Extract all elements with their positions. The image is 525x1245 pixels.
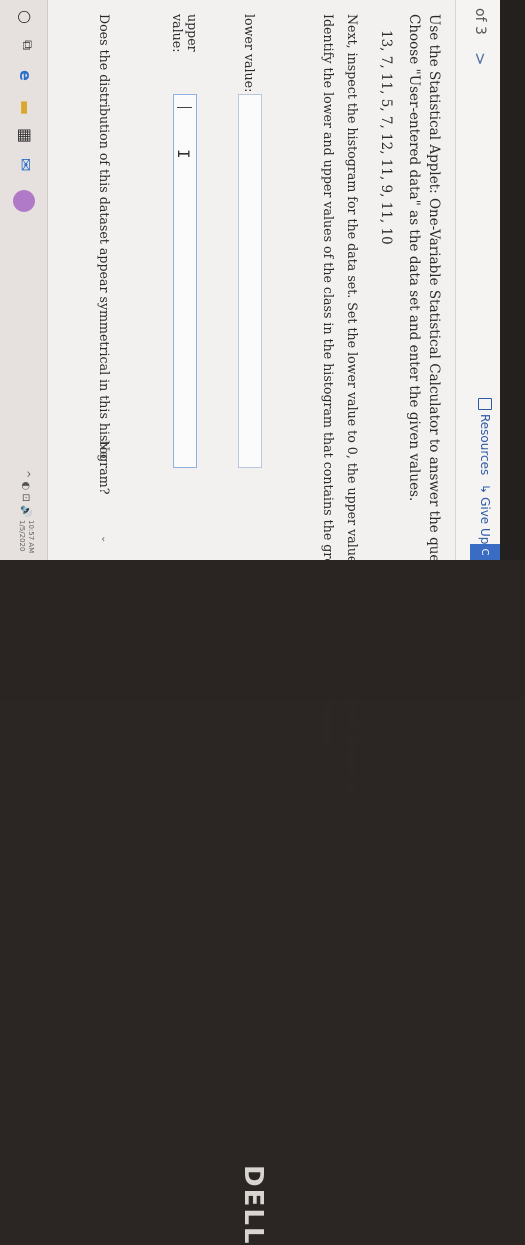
upper-value-input[interactable]: I (173, 94, 197, 468)
search-icon[interactable]: ○ (16, 10, 35, 24)
question-line-1: Use the Statistical Applet: One-Variable… (426, 14, 442, 601)
clock-date: 1/5/2020 (18, 520, 26, 552)
store-icon[interactable]: ▦ (16, 128, 35, 143)
next-question-arrow-icon[interactable]: > (471, 52, 490, 65)
question-line-2: Choose "User-entered data" as the data s… (406, 14, 422, 502)
browser-page: of 3 > Resources ↳ Give Up? C Use the St… (0, 0, 500, 809)
question-header-bar: of 3 > Resources ↳ Give Up? C (455, 0, 500, 560)
give-up-button[interactable]: ↳ Give Up? (478, 484, 492, 551)
data-values: 13, 7, 11, 5, 7, 12, 11, 9, 11, 10 (378, 30, 394, 245)
lower-value-input[interactable] (238, 94, 262, 468)
taskbar-clock[interactable]: 10:57 AM 1/5/2020 (17, 520, 35, 553)
dell-logo: DELL (238, 1165, 268, 1245)
give-up-label: Give Up? (478, 497, 492, 551)
resources-label: Resources (478, 414, 492, 476)
laptop-screen: of 3 > Resources ↳ Give Up? C Use the St… (0, 0, 500, 809)
resources-icon (478, 398, 492, 410)
symmetry-answer-select[interactable]: No (97, 440, 112, 459)
symmetry-question: Does the distribution of this dataset ap… (97, 14, 112, 495)
lower-value-label: lower value: (242, 14, 258, 93)
mail-icon[interactable]: ✉ (16, 158, 35, 171)
file-explorer-icon[interactable]: ▬ (16, 100, 35, 115)
app-icon[interactable] (13, 190, 35, 212)
text-caret (177, 107, 192, 108)
system-tray-icons[interactable]: ^ ◐ ⊡ 🔊 (20, 470, 31, 517)
upper-value-row: upper value: I (170, 14, 200, 468)
windows-taskbar: ○ ⧉ e ▬ ▦ ✉ ^ ◐ ⊡ 🔊 10:57 AM 1/5/2020 (0, 0, 48, 560)
corner-tab[interactable]: C (470, 544, 500, 560)
laptop-bottom-bezel: DELL (0, 560, 525, 1245)
resources-button[interactable]: Resources (478, 398, 492, 475)
task-view-icon[interactable]: ⧉ (19, 40, 35, 50)
question-page-count: of 3 (472, 8, 488, 35)
question-content: Use the Statistical Applet: One-Variable… (318, 14, 444, 809)
lower-value-row: lower value: (238, 14, 262, 468)
chevron-down-icon[interactable]: ⌄ (99, 535, 110, 543)
clock-time: 10:57 AM (27, 520, 35, 554)
give-up-icon: ↳ (478, 484, 492, 495)
instruction-line-2: Identify the lower and upper values of t… (321, 14, 336, 749)
upper-value-label: upper value: (170, 14, 200, 53)
ibeam-cursor-icon: I (174, 149, 193, 159)
edge-browser-icon[interactable]: e (16, 70, 35, 81)
instruction-line-1: Next, inspect the histogram for the data… (345, 14, 360, 809)
